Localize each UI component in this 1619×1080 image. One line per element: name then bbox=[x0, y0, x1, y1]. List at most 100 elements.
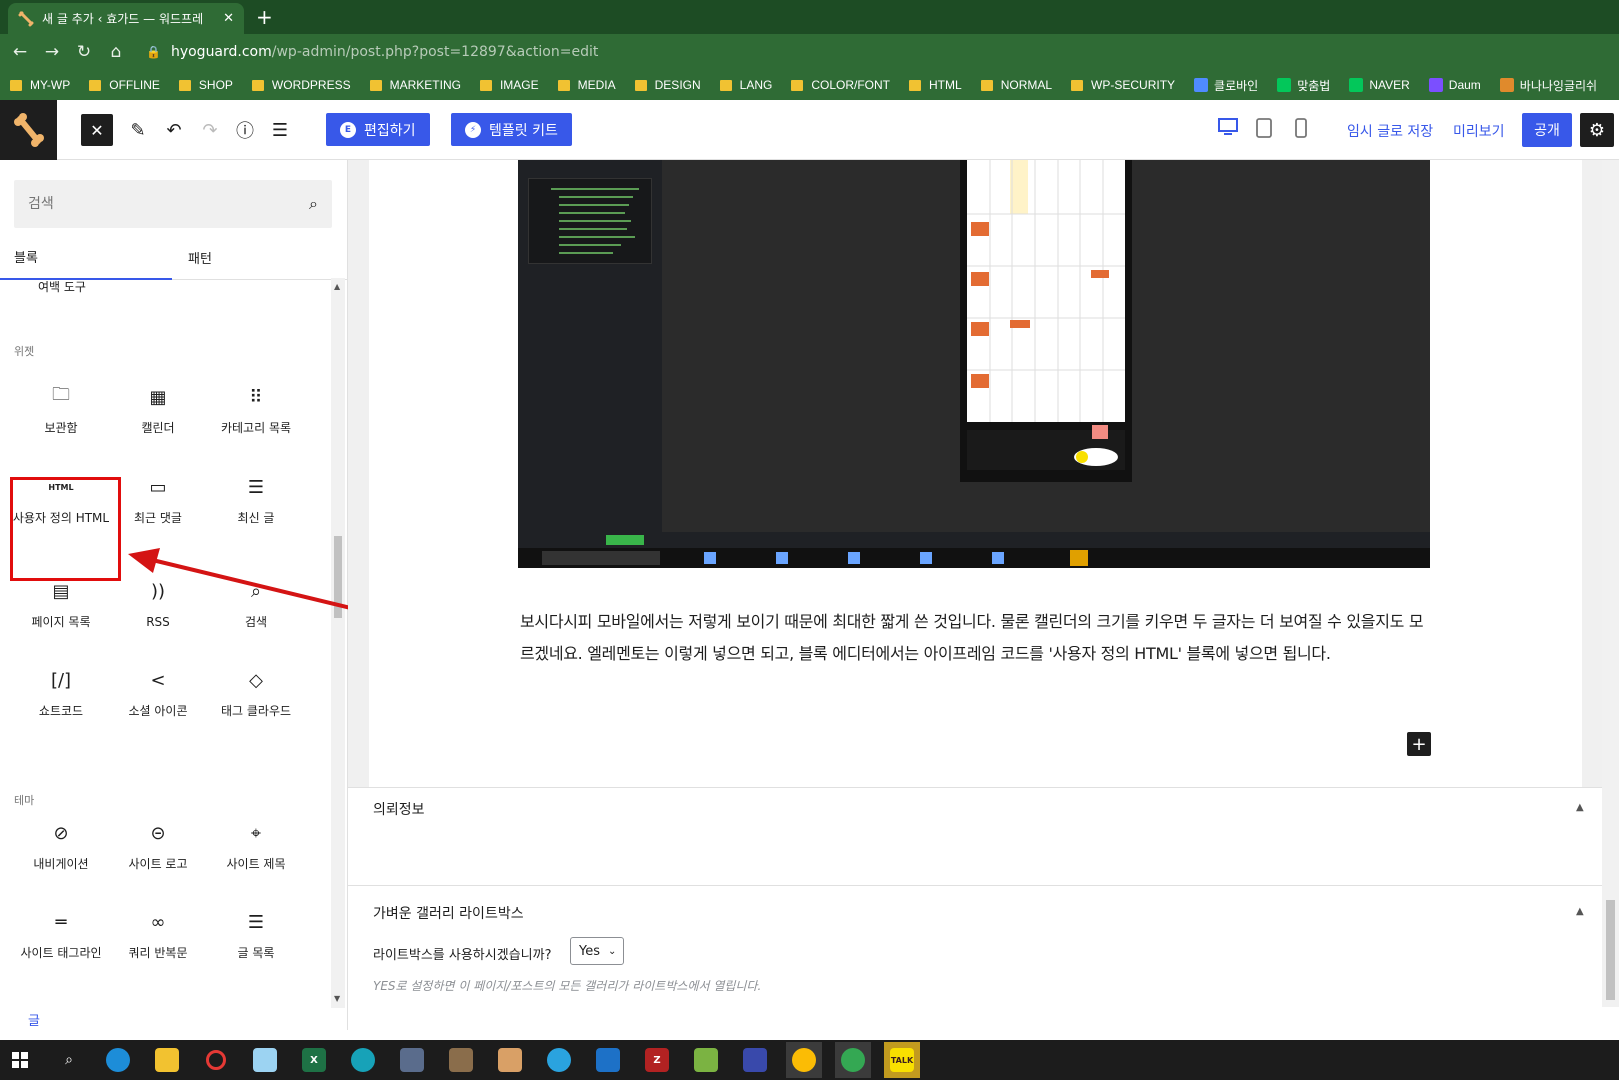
bookmark-8[interactable]: LANG bbox=[719, 78, 772, 92]
triangle-app-icon[interactable] bbox=[737, 1042, 773, 1078]
bookmark-16[interactable]: Daum bbox=[1428, 78, 1481, 92]
bookmark-9[interactable]: COLOR/FONT bbox=[791, 78, 890, 92]
folder-icon bbox=[634, 79, 647, 91]
bookmark-17[interactable]: 바나나잉글리쉬 bbox=[1499, 77, 1597, 94]
url-field[interactable]: 🔒 hyoguard.com/wp-admin/post.php?post=12… bbox=[146, 44, 598, 60]
template-kit-button[interactable]: ⚡ 템플릿 키트 bbox=[451, 113, 572, 146]
preview-button[interactable]: 미리보기 bbox=[1453, 121, 1505, 141]
bookmark-4[interactable]: MARKETING bbox=[369, 78, 461, 92]
block-item[interactable]: ⊘ 내비게이션 bbox=[11, 816, 111, 872]
bookmark-7[interactable]: DESIGN bbox=[634, 78, 701, 92]
bookmark-3[interactable]: WORDPRESS bbox=[251, 78, 351, 92]
lightbox-select[interactable]: Yes ⌄ bbox=[570, 937, 624, 965]
site-logo-button[interactable] bbox=[0, 100, 57, 160]
bookmark-label: OFFLINE bbox=[109, 78, 160, 92]
partial-block-label[interactable]: 여백 도구 bbox=[38, 278, 86, 295]
image-viewer-icon[interactable] bbox=[443, 1042, 479, 1078]
publish-button[interactable]: 공개 bbox=[1522, 113, 1572, 147]
bookmark-11[interactable]: NORMAL bbox=[980, 78, 1052, 92]
bookmark-15[interactable]: NAVER bbox=[1349, 78, 1410, 92]
block-item[interactable]: ⊝ 사이트 로고 bbox=[108, 816, 208, 872]
block-item[interactable]: ∞ 쿼리 반복문 bbox=[108, 905, 208, 961]
bookmark-0[interactable]: MY-WP bbox=[10, 78, 70, 92]
collapse-arrow-icon[interactable]: ▲ bbox=[1576, 802, 1584, 813]
bookmark-2[interactable]: SHOP bbox=[178, 78, 233, 92]
breadcrumb[interactable]: 글 bbox=[0, 1010, 348, 1034]
desktop-preview-icon[interactable] bbox=[1218, 118, 1238, 136]
back-icon[interactable]: ← bbox=[4, 42, 36, 62]
file-explorer-icon[interactable] bbox=[149, 1042, 185, 1078]
block-item[interactable]: 🗀 보관함 bbox=[11, 380, 111, 436]
lightbox-select-value: Yes bbox=[579, 943, 600, 959]
editor-scrollbar[interactable] bbox=[1602, 160, 1619, 1007]
kakaotalk-icon[interactable]: TALK bbox=[884, 1042, 920, 1078]
scroll-up-icon[interactable]: ▲ bbox=[334, 282, 340, 291]
block-item[interactable]: ▦ 캘린더 bbox=[108, 380, 208, 436]
close-inserter-button[interactable]: ✕ bbox=[81, 114, 113, 146]
tablet-preview-icon[interactable] bbox=[1256, 118, 1272, 138]
edge-icon[interactable] bbox=[100, 1042, 136, 1078]
bookmark-14[interactable]: 맞춤법 bbox=[1277, 77, 1330, 94]
filezilla-icon[interactable]: Z bbox=[639, 1042, 675, 1078]
list-view-icon[interactable]: ☰ bbox=[264, 114, 296, 146]
bookmark-1[interactable]: OFFLINE bbox=[89, 78, 160, 92]
block-label: 최근 댓글 bbox=[134, 511, 182, 525]
excel-icon[interactable]: X bbox=[296, 1042, 332, 1078]
elementor-icon: E bbox=[340, 121, 356, 138]
forward-icon[interactable]: → bbox=[36, 42, 68, 62]
tools-pencil-icon[interactable]: ✎ bbox=[122, 114, 154, 146]
block-item[interactable]: [/] 쇼트코드 bbox=[11, 663, 111, 719]
scroll-down-icon[interactable]: ▼ bbox=[334, 994, 340, 1003]
url-path: /wp-admin/post.php?post=12897&action=edi… bbox=[271, 44, 599, 60]
home-icon[interactable]: ⌂ bbox=[100, 42, 132, 62]
windows-start-icon[interactable] bbox=[2, 1042, 38, 1078]
metabox-lightbox-title[interactable]: 가벼운 갤러리 라이트박스 bbox=[373, 903, 524, 923]
site-favicon-icon bbox=[1277, 78, 1292, 92]
collapse-arrow-icon[interactable]: ▲ bbox=[1576, 906, 1584, 917]
notepad-icon[interactable] bbox=[247, 1042, 283, 1078]
photo-app-icon[interactable] bbox=[492, 1042, 528, 1078]
new-tab-icon[interactable]: + bbox=[256, 5, 273, 29]
details-info-icon[interactable]: ⓘ bbox=[229, 114, 261, 146]
bookmark-10[interactable]: HTML bbox=[909, 78, 962, 92]
inserter-search-input[interactable] bbox=[28, 196, 310, 212]
app-ring-icon[interactable] bbox=[198, 1042, 234, 1078]
highlight-box bbox=[10, 477, 121, 581]
bookmark-12[interactable]: WP-SECURITY bbox=[1071, 78, 1175, 92]
capture-icon[interactable] bbox=[590, 1042, 626, 1078]
block-item[interactable]: ☰ 글 목록 bbox=[206, 905, 306, 961]
telegram-icon[interactable] bbox=[541, 1042, 577, 1078]
metabox-request-title[interactable]: 의뢰정보 bbox=[373, 799, 425, 819]
elementor-edit-button[interactable]: E 편집하기 bbox=[326, 113, 430, 146]
bookmark-6[interactable]: MEDIA bbox=[557, 78, 616, 92]
category-widgets: 위젯 bbox=[14, 345, 35, 358]
reload-icon[interactable]: ↻ bbox=[68, 42, 100, 62]
embedded-screenshot-image[interactable] bbox=[518, 160, 1430, 568]
tab-blocks[interactable]: 블록 bbox=[0, 234, 172, 280]
post-paragraph[interactable]: 보시다시피 모바일에서는 저렇게 보이기 때문에 최대한 짧게 쓴 것입니다. … bbox=[520, 606, 1430, 670]
tab-close-icon[interactable]: ✕ bbox=[223, 11, 234, 26]
redo-icon[interactable]: ↷ bbox=[194, 114, 226, 146]
block-item[interactable]: ⌖ 사이트 제목 bbox=[206, 816, 306, 872]
block-item[interactable]: ▭ 최근 댓글 bbox=[108, 470, 208, 526]
bookmark-5[interactable]: IMAGE bbox=[479, 78, 539, 92]
save-draft-button[interactable]: 임시 글로 저장 bbox=[1347, 121, 1433, 141]
block-item[interactable]: ▤ 페이지 목록 bbox=[11, 574, 111, 630]
undo-icon[interactable]: ↶ bbox=[158, 114, 190, 146]
block-item[interactable]: ☰ 최신 글 bbox=[206, 470, 306, 526]
chrome-icon[interactable] bbox=[835, 1042, 871, 1078]
editor-scrollbar-thumb[interactable] bbox=[1606, 900, 1615, 1000]
browser-app-icon[interactable] bbox=[345, 1042, 381, 1078]
bookmark-13[interactable]: 클로바인 bbox=[1194, 77, 1258, 94]
block-item[interactable]: ⠿ 카테고리 목록 bbox=[206, 380, 306, 436]
chrome-icon[interactable] bbox=[786, 1042, 822, 1078]
calculator-icon[interactable] bbox=[394, 1042, 430, 1078]
search-icon[interactable]: ⌕ bbox=[51, 1042, 87, 1078]
add-block-button[interactable]: + bbox=[1407, 732, 1431, 756]
tab-patterns[interactable]: 패턴 bbox=[188, 234, 212, 280]
settings-gear-icon[interactable]: ⚙ bbox=[1580, 113, 1614, 147]
browser-tab[interactable]: 새 글 추가 ‹ 효가드 — 워드프레 ✕ bbox=[8, 3, 244, 34]
windows-app-icon[interactable] bbox=[688, 1042, 724, 1078]
mobile-preview-icon[interactable] bbox=[1295, 118, 1307, 138]
block-item[interactable]: ═ 사이트 태그라인 bbox=[11, 905, 111, 961]
